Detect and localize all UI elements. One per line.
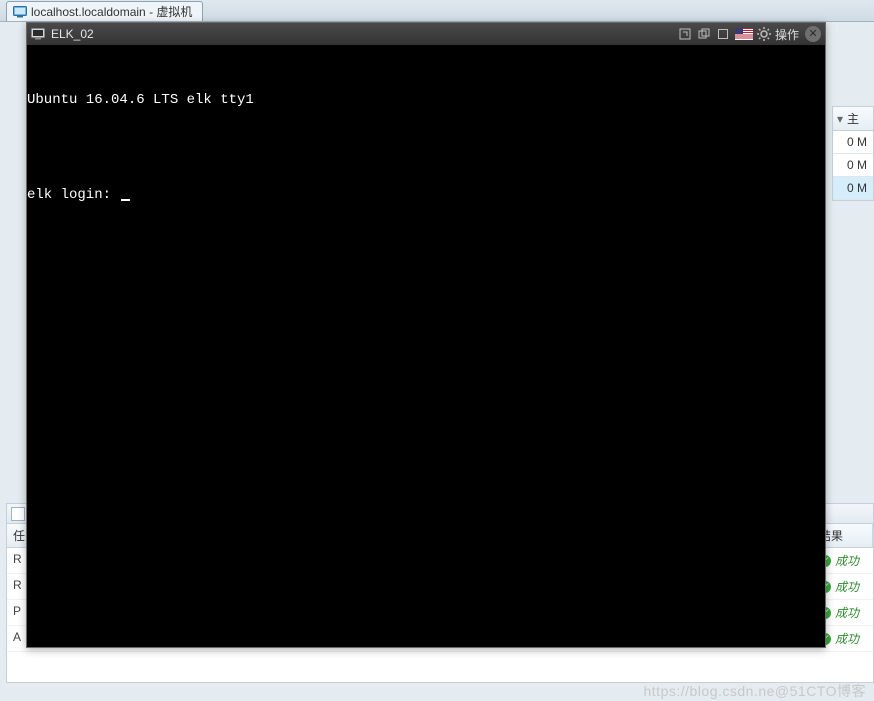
resize-grip-icon[interactable] [809, 631, 823, 645]
console-titlebar[interactable]: ELK_02 操作 ✕ [27, 23, 825, 45]
multi-window-icon[interactable] [696, 27, 712, 41]
console-banner: Ubuntu 16.04.6 LTS elk tty1 [27, 89, 825, 113]
console-prompt: elk login: [27, 187, 119, 203]
host-tab-label: localhost.localdomain - 虚拟机 [31, 3, 192, 20]
console-prompt-line: elk login: [27, 184, 825, 208]
close-icon[interactable]: ✕ [805, 26, 821, 42]
right-table-row[interactable]: 0 M [833, 131, 873, 154]
console-window: ELK_02 操作 ✕ Ubuntu 16.04.6 LT [26, 22, 826, 648]
right-table-header-label: 主 [847, 110, 859, 127]
host-tabbar: localhost.localdomain - 虚拟机 [0, 0, 874, 22]
panel-toggle-icon[interactable] [11, 507, 25, 521]
right-table-row[interactable]: 0 M [833, 177, 873, 200]
right-table-row[interactable]: 0 M [833, 154, 873, 177]
console-title: ELK_02 [51, 27, 94, 41]
console-terminal[interactable]: Ubuntu 16.04.6 LTS elk tty1 elk login: [27, 45, 825, 647]
host-tab[interactable]: localhost.localdomain - 虚拟机 [6, 1, 203, 21]
console-blank [27, 136, 825, 160]
us-flag-icon[interactable] [735, 28, 753, 40]
right-side-table: ▾ 主 0 M 0 M 0 M [832, 106, 874, 201]
monitor-icon [31, 28, 45, 40]
action-label[interactable]: 操作 [775, 26, 799, 43]
chevron-down-icon: ▾ [837, 112, 843, 126]
cursor-icon [121, 199, 130, 201]
watermark-text: https://blog.csdn.ne@51CTO博客 [644, 681, 867, 701]
maximize-icon[interactable] [715, 27, 731, 41]
popout-icon[interactable] [677, 27, 693, 41]
gear-icon[interactable] [757, 27, 771, 41]
right-table-header[interactable]: ▾ 主 [833, 107, 873, 131]
vm-icon [13, 6, 27, 18]
